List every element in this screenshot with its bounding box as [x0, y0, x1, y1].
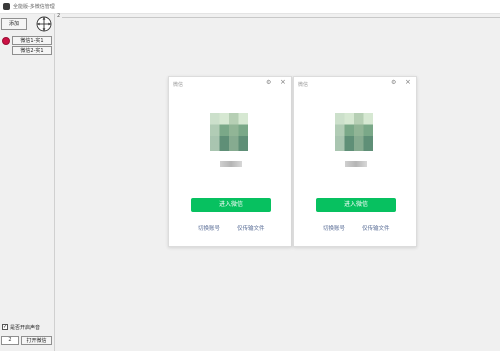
instance-button-2[interactable]: 微信2-实1 [12, 46, 52, 55]
settings-icon[interactable]: ⚙ [266, 79, 271, 86]
wechat-window-1: 微信 ⚙ × 进入微信 切换账号 仅传输文件 [168, 76, 292, 247]
account-name-blurred [220, 161, 242, 167]
open-wechat-button[interactable]: 打开微信 [21, 336, 52, 345]
account-name-blurred [345, 161, 367, 167]
close-icon[interactable]: × [405, 78, 411, 86]
transfer-files-only-link[interactable]: 仅传输文件 [362, 224, 390, 232]
avatar [210, 113, 248, 151]
left-panel [0, 14, 55, 351]
window-titlebar: 全能版-多微信管理 [0, 0, 500, 14]
sound-label: 是否开启声音 [10, 325, 41, 331]
count-input[interactable]: 2 [1, 336, 19, 345]
instance-button-1[interactable]: 微信1-实1 [12, 36, 52, 45]
wechat-window-title: 微信 [298, 82, 309, 88]
add-button[interactable]: 添加 [1, 18, 27, 30]
wechat-window-title: 微信 [173, 82, 184, 88]
switch-account-link[interactable]: 切换账号 [323, 224, 345, 232]
instance-status-dot [2, 37, 10, 45]
transfer-files-only-link[interactable]: 仅传输文件 [237, 224, 265, 232]
settings-icon[interactable]: ⚙ [391, 79, 396, 86]
workspace-marker: 2 [57, 13, 61, 19]
avatar [335, 113, 373, 151]
close-icon[interactable]: × [280, 78, 286, 86]
app-icon [3, 3, 10, 10]
wechat-window-2: 微信 ⚙ × 进入微信 切换账号 仅传输文件 [293, 76, 417, 247]
window-title: 全能版-多微信管理 [13, 4, 55, 10]
crosshair-icon[interactable] [36, 16, 52, 32]
workspace-divider [62, 17, 500, 18]
enter-wechat-button[interactable]: 进入微信 [316, 198, 396, 212]
enter-wechat-button[interactable]: 进入微信 [191, 198, 271, 212]
sound-checkbox[interactable]: ✓ [2, 324, 8, 330]
switch-account-link[interactable]: 切换账号 [198, 224, 220, 232]
